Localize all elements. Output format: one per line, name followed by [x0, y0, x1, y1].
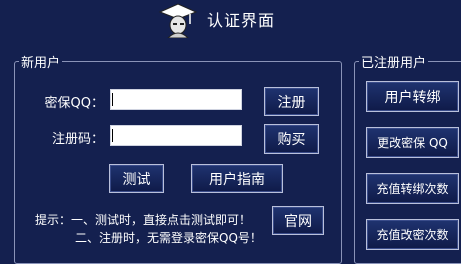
qq-input[interactable]: [110, 89, 242, 110]
title-bar: 认证界面: [0, 0, 461, 40]
website-button[interactable]: 官网: [272, 206, 324, 235]
new-user-legend: 新用户: [21, 56, 61, 71]
graduate-logo-icon: [158, 3, 198, 38]
code-label: 注册码：: [51, 132, 104, 147]
recharge-transfer-button[interactable]: 充值转绑次数: [366, 173, 459, 204]
registered-user-legend: 已注册用户: [361, 56, 427, 71]
tip-line-1: 提示：一、测试时，直接点击测试即可！: [35, 213, 252, 227]
user-guide-button[interactable]: 用户指南: [191, 164, 283, 193]
change-qq-button[interactable]: 更改密保 QQ: [366, 127, 459, 158]
recharge-change-button[interactable]: 充值改密次数: [366, 219, 459, 250]
window-title: 认证界面: [207, 11, 276, 30]
code-input[interactable]: [110, 125, 242, 146]
transfer-button[interactable]: 用户转绑: [366, 81, 459, 112]
tip-line-2: 二、注册时，无需登录密保QQ号！: [75, 231, 262, 245]
buy-button[interactable]: 购买: [264, 124, 319, 154]
register-button[interactable]: 注册: [264, 87, 319, 116]
qq-label: 密保QQ：: [44, 96, 104, 111]
test-button[interactable]: 测试: [109, 164, 164, 193]
